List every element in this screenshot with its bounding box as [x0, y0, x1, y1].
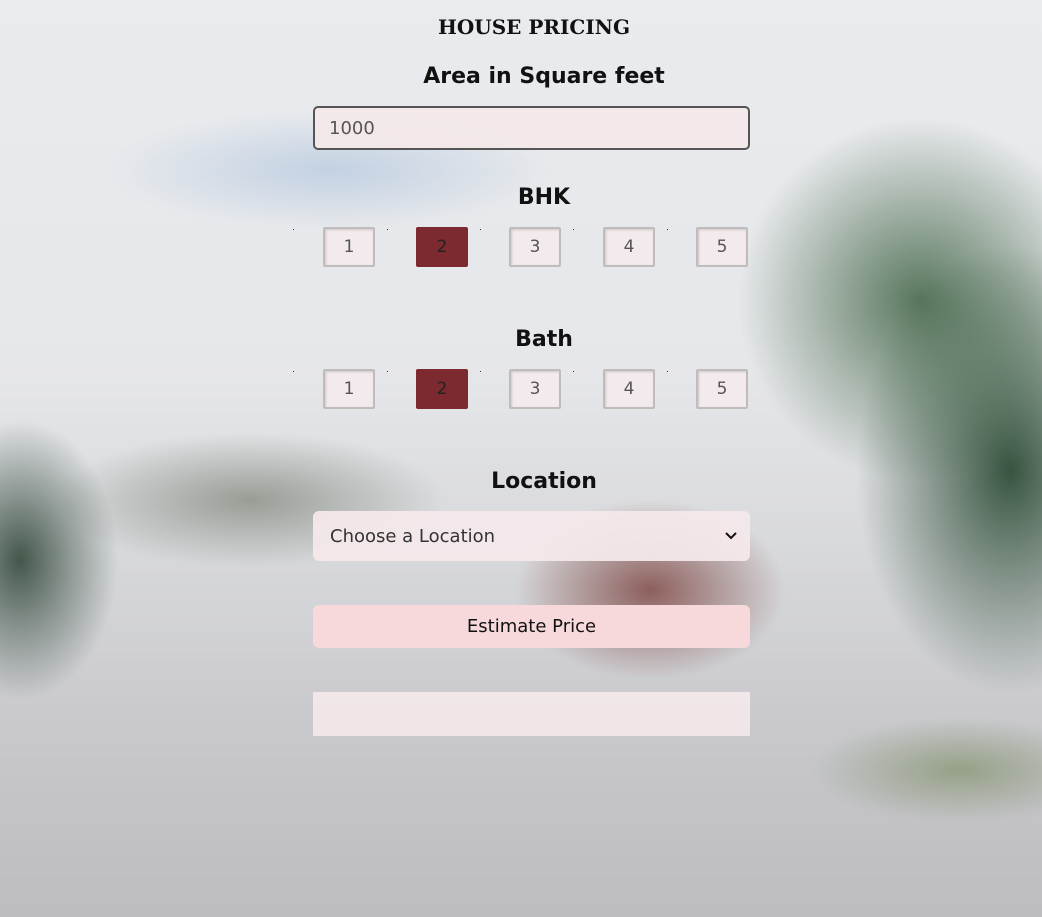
radio-dot[interactable]	[293, 371, 294, 372]
page-title: HOUSE PRICING	[437, 15, 631, 39]
radio-dot[interactable]	[667, 229, 668, 230]
bath-option-3[interactable]: 3	[509, 369, 561, 409]
bath-option-1[interactable]: 1	[323, 369, 375, 409]
bath-option-2[interactable]: 2	[416, 369, 468, 409]
bhk-option-2[interactable]: 2	[416, 227, 468, 267]
location-label: Location	[491, 469, 597, 494]
radio-dot[interactable]	[387, 229, 388, 230]
area-input[interactable]	[313, 106, 750, 150]
bhk-radio-group: 1 2 3 4 5	[293, 227, 753, 269]
bath-option-4[interactable]: 4	[603, 369, 655, 409]
bath-radio-group: 1 2 3 4 5	[293, 369, 753, 411]
radio-dot[interactable]	[293, 229, 294, 230]
bhk-option-1[interactable]: 1	[323, 227, 375, 267]
chevron-down-icon	[724, 529, 738, 543]
bhk-option-5[interactable]: 5	[696, 227, 748, 267]
radio-dot[interactable]	[480, 371, 481, 372]
bhk-label: BHK	[517, 185, 571, 210]
result-output	[313, 692, 750, 736]
bhk-option-4[interactable]: 4	[603, 227, 655, 267]
location-selected-text: Choose a Location	[330, 525, 496, 547]
radio-dot[interactable]	[667, 371, 668, 372]
radio-dot[interactable]	[480, 229, 481, 230]
bhk-option-3[interactable]: 3	[509, 227, 561, 267]
radio-dot[interactable]	[573, 229, 574, 230]
bath-option-5[interactable]: 5	[696, 369, 748, 409]
estimate-price-button[interactable]: Estimate Price	[313, 605, 750, 648]
bath-label: Bath	[515, 327, 573, 352]
radio-dot[interactable]	[387, 371, 388, 372]
radio-dot[interactable]	[573, 371, 574, 372]
location-select[interactable]: Choose a Location	[313, 511, 750, 561]
area-label: Area in Square feet	[423, 64, 665, 89]
